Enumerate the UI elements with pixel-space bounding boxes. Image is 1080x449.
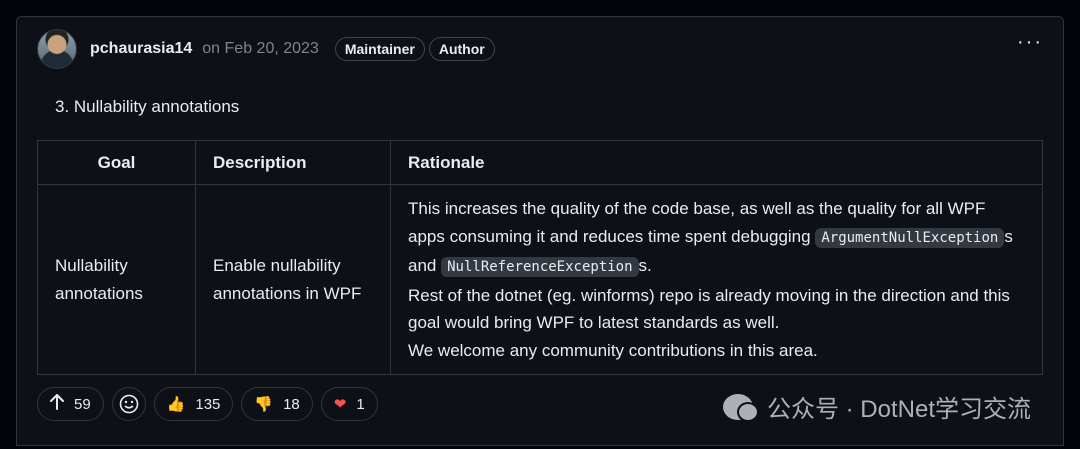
header-description: Description (195, 140, 391, 185)
smiley-icon (119, 394, 138, 414)
goals-table: Goal Description Rationale Nullability a… (37, 140, 1043, 375)
reaction-thumbs-down[interactable]: 👎 18 (241, 387, 313, 421)
thumbs-down-icon: 👎 (254, 396, 274, 413)
reaction-thumbs-up[interactable]: 👍 135 (153, 387, 234, 421)
section-heading: 3. Nullability annotations (55, 97, 240, 116)
rationale-text-3: We welcome any community contributions i… (408, 340, 818, 360)
arrow-up-icon (50, 394, 64, 414)
author-badge: Author (428, 37, 495, 61)
reactions-bar: 59 👍 135 👎 18 ❤ 1 (37, 387, 378, 421)
heart-count: 1 (356, 395, 365, 413)
watermark-text: 公众号 · DotNet学习交流 (766, 396, 1031, 423)
reaction-heart[interactable]: ❤ 1 (320, 387, 378, 421)
author-link[interactable]: pchaurasia14 (90, 40, 192, 58)
upvote-button[interactable]: 59 (37, 387, 104, 421)
code-argument-null-exception: ArgumentNullException (815, 227, 1005, 248)
add-reaction-button[interactable] (111, 387, 146, 421)
rationale-text-mid2: s. (638, 256, 652, 275)
cell-description: Enable nullability annotations in WPF (195, 184, 391, 375)
thumbs-down-count: 18 (283, 395, 300, 413)
rationale-text-2: Rest of the dotnet (eg. winforms) repo i… (408, 285, 1010, 333)
cell-rationale: This increases the quality of the code b… (390, 184, 1043, 375)
header-goal: Goal (37, 140, 196, 185)
kebab-horizontal-icon[interactable]: ··· (1017, 31, 1043, 54)
thumbs-up-count: 135 (195, 395, 221, 413)
maintainer-badge: Maintainer (334, 37, 425, 61)
heart-icon: ❤ (333, 396, 347, 413)
cell-goal: Nullability annotations (37, 184, 196, 375)
code-null-reference-exception: NullReferenceException (441, 257, 639, 277)
discussion-comment: pchaurasia14 on Feb 20, 2023 Maintainer … (16, 16, 1064, 446)
comment-date[interactable]: on Feb 20, 2023 (202, 40, 319, 58)
thumbs-up-icon: 👍 (166, 396, 186, 413)
comment-header: pchaurasia14 on Feb 20, 2023 Maintainer … (37, 27, 499, 71)
table-row: Nullability annotations Enable nullabili… (37, 184, 1043, 375)
avatar[interactable] (37, 29, 77, 69)
table-header-row: Goal Description Rationale (37, 140, 1043, 185)
header-rationale: Rationale (390, 140, 1043, 185)
watermark: 公众号 · DotNet学习交流 (722, 389, 1031, 424)
upvote-count: 59 (74, 395, 91, 413)
wechat-icon (722, 393, 759, 422)
